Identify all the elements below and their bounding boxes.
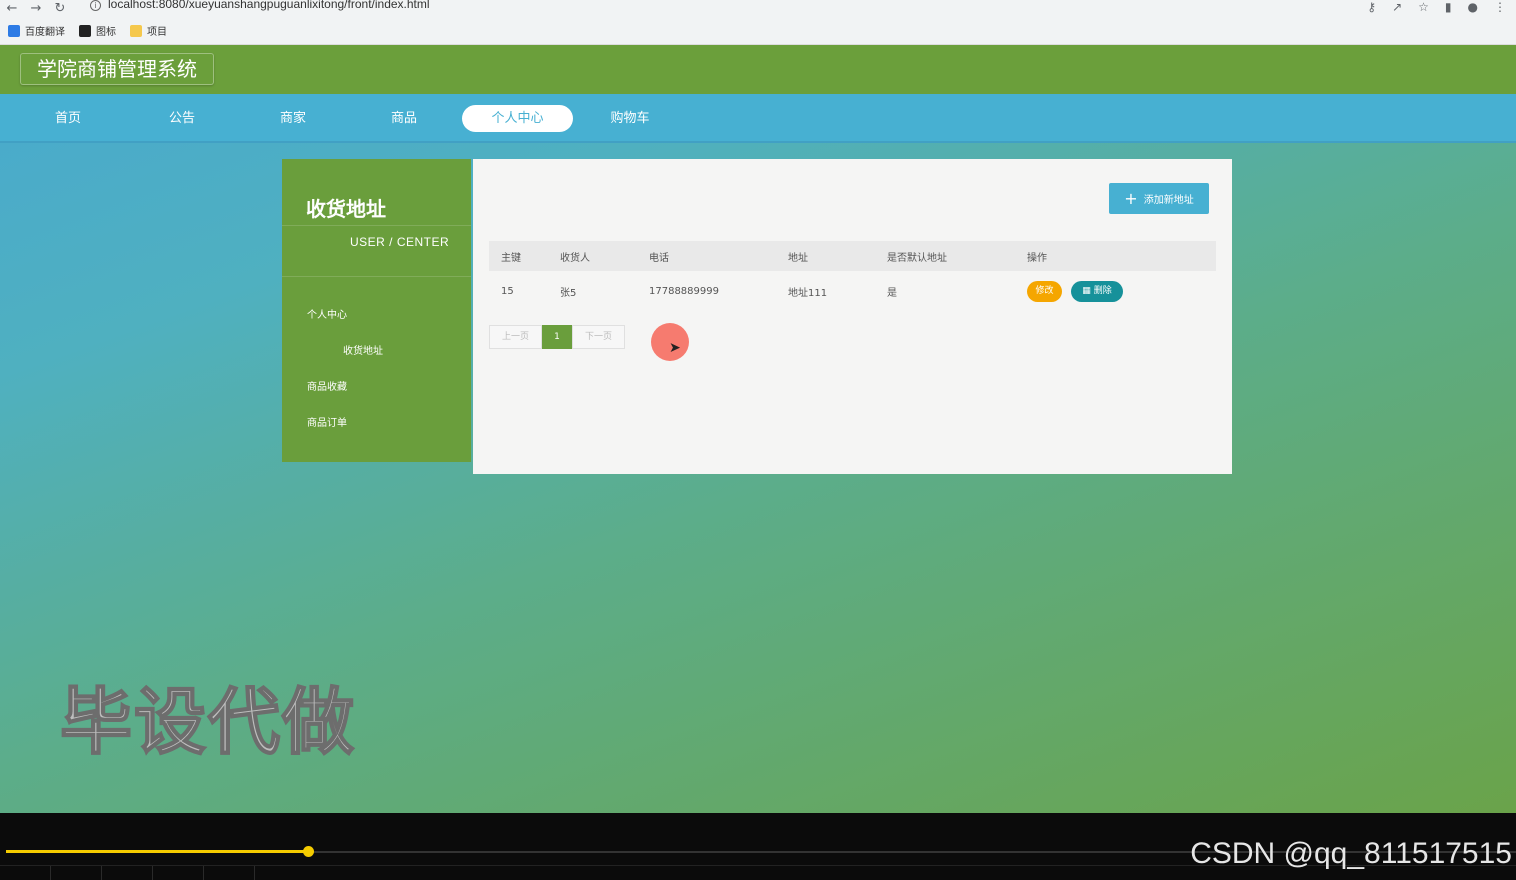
pagination: 上一页 1 下一页 — [489, 325, 625, 349]
address-bar[interactable]: ← → ↻ i localhost:8080/xueyuanshangpugua… — [0, 0, 1516, 17]
bookmarks-bar: 百度翻译 图标 项目 — [8, 23, 167, 38]
nav-home[interactable]: 首页 — [30, 105, 106, 132]
nav-goods[interactable]: 商品 — [366, 105, 442, 132]
browser-actions: ⚷ ↗ ☆ ▮ ● ⋮ — [1367, 0, 1506, 14]
add-address-button[interactable]: + 添加新地址 — [1109, 183, 1209, 214]
top-nav: 首页 公告 商家 商品 个人中心 购物车 — [0, 94, 1516, 143]
bookmark-project[interactable]: 项目 — [130, 23, 167, 38]
cell-default: 是 — [887, 287, 897, 299]
control-slot[interactable] — [0, 866, 51, 880]
plus-icon: + — [1124, 188, 1138, 208]
cell-phone: 17788889999 — [649, 285, 719, 297]
url-text[interactable]: localhost:8080/xueyuanshangpuguanlixiton… — [108, 0, 430, 11]
site-header: 学院商铺管理系统 — [0, 45, 1516, 94]
back-icon[interactable]: ← — [0, 2, 24, 15]
browser-chrome: ← → ↻ i localhost:8080/xueyuanshangpugua… — [0, 0, 1516, 45]
star-icon[interactable]: ☆ — [1418, 0, 1429, 14]
prev-page-button[interactable]: 上一页 — [489, 325, 542, 349]
page-1-button[interactable]: 1 — [542, 325, 572, 349]
cell-id: 15 — [501, 285, 514, 297]
nav-user-center[interactable]: 个人中心 — [462, 105, 573, 132]
control-slot[interactable] — [204, 866, 255, 880]
translate-icon — [8, 24, 20, 37]
cell-address: 地址111 — [788, 287, 828, 299]
profile-icon[interactable]: ● — [1468, 0, 1478, 14]
next-page-button[interactable]: 下一页 — [572, 325, 625, 349]
col-receiver: 收货人 — [560, 252, 590, 264]
sidebar-title: 收货地址 — [306, 197, 386, 221]
cell-actions: 修改 ▦ 删除 — [1027, 271, 1216, 311]
mouse-cursor-icon: ➤ — [669, 340, 681, 356]
csdn-credit: CSDN @qq_811517515 — [1190, 837, 1512, 870]
progress-knob[interactable] — [303, 846, 314, 857]
cell-receiver: 张5 — [560, 287, 577, 299]
nav-notice[interactable]: 公告 — [144, 105, 220, 132]
col-default: 是否默认地址 — [887, 252, 947, 264]
forward-icon[interactable]: → — [24, 2, 48, 15]
reload-icon[interactable]: ↻ — [48, 2, 72, 15]
divider — [282, 225, 471, 226]
nav-cart[interactable]: 购物车 — [592, 105, 668, 132]
divider — [282, 276, 471, 277]
bookmark-icons[interactable]: 图标 — [79, 23, 116, 38]
sidebar-item-favorites[interactable]: 商品收藏 — [307, 378, 347, 393]
nav-merchant[interactable]: 商家 — [255, 105, 331, 132]
sidebar-item-address[interactable]: 收货地址 — [343, 342, 383, 357]
control-slot[interactable] — [153, 866, 204, 880]
menu-icon[interactable]: ⋮ — [1494, 0, 1506, 14]
sidebar-subtitle: USER / CENTER — [350, 235, 450, 249]
bookmark-translate[interactable]: 百度翻译 — [8, 23, 65, 38]
sidebar-item-orders[interactable]: 商品订单 — [307, 414, 347, 429]
info-icon[interactable]: i — [90, 0, 101, 11]
col-id: 主键 — [501, 252, 521, 264]
image-icon — [79, 24, 91, 37]
edit-button[interactable]: 修改 — [1027, 280, 1062, 302]
sidebar: 收货地址 USER / CENTER 个人中心 收货地址 商品收藏 商品订单 — [282, 159, 471, 462]
site-title[interactable]: 学院商铺管理系统 — [20, 53, 214, 85]
col-address: 地址 — [788, 252, 808, 264]
control-slot[interactable] — [102, 866, 153, 880]
watermark-text: 毕设代做 — [59, 679, 357, 765]
video-player-bar: CSDN @qq_811517515 — [0, 813, 1516, 880]
share-icon[interactable]: ↗ — [1392, 0, 1402, 14]
progress-fill — [6, 850, 308, 853]
folder-icon — [130, 24, 142, 37]
sidebar-item-user-center[interactable]: 个人中心 — [307, 306, 347, 321]
table-header: 主键 收货人 电话 地址 是否默认地址 操作 — [489, 241, 1216, 271]
control-slot[interactable] — [51, 866, 102, 880]
address-table: 主键 收货人 电话 地址 是否默认地址 操作 15 张5 17788889999… — [489, 241, 1216, 311]
col-phone: 电话 — [649, 252, 669, 264]
key-icon[interactable]: ⚷ — [1367, 0, 1376, 14]
table-row: 15 张5 17788889999 地址111 是 修改 ▦ 删除 — [489, 271, 1216, 311]
address-panel: + 添加新地址 主键 收货人 电话 地址 是否默认地址 操作 15 张5 177… — [473, 159, 1232, 474]
trash-icon: ▦ — [1082, 285, 1091, 296]
delete-button[interactable]: ▦ 删除 — [1071, 280, 1123, 302]
col-actions: 操作 — [1027, 252, 1047, 264]
sidepanel-icon[interactable]: ▮ — [1445, 0, 1452, 14]
